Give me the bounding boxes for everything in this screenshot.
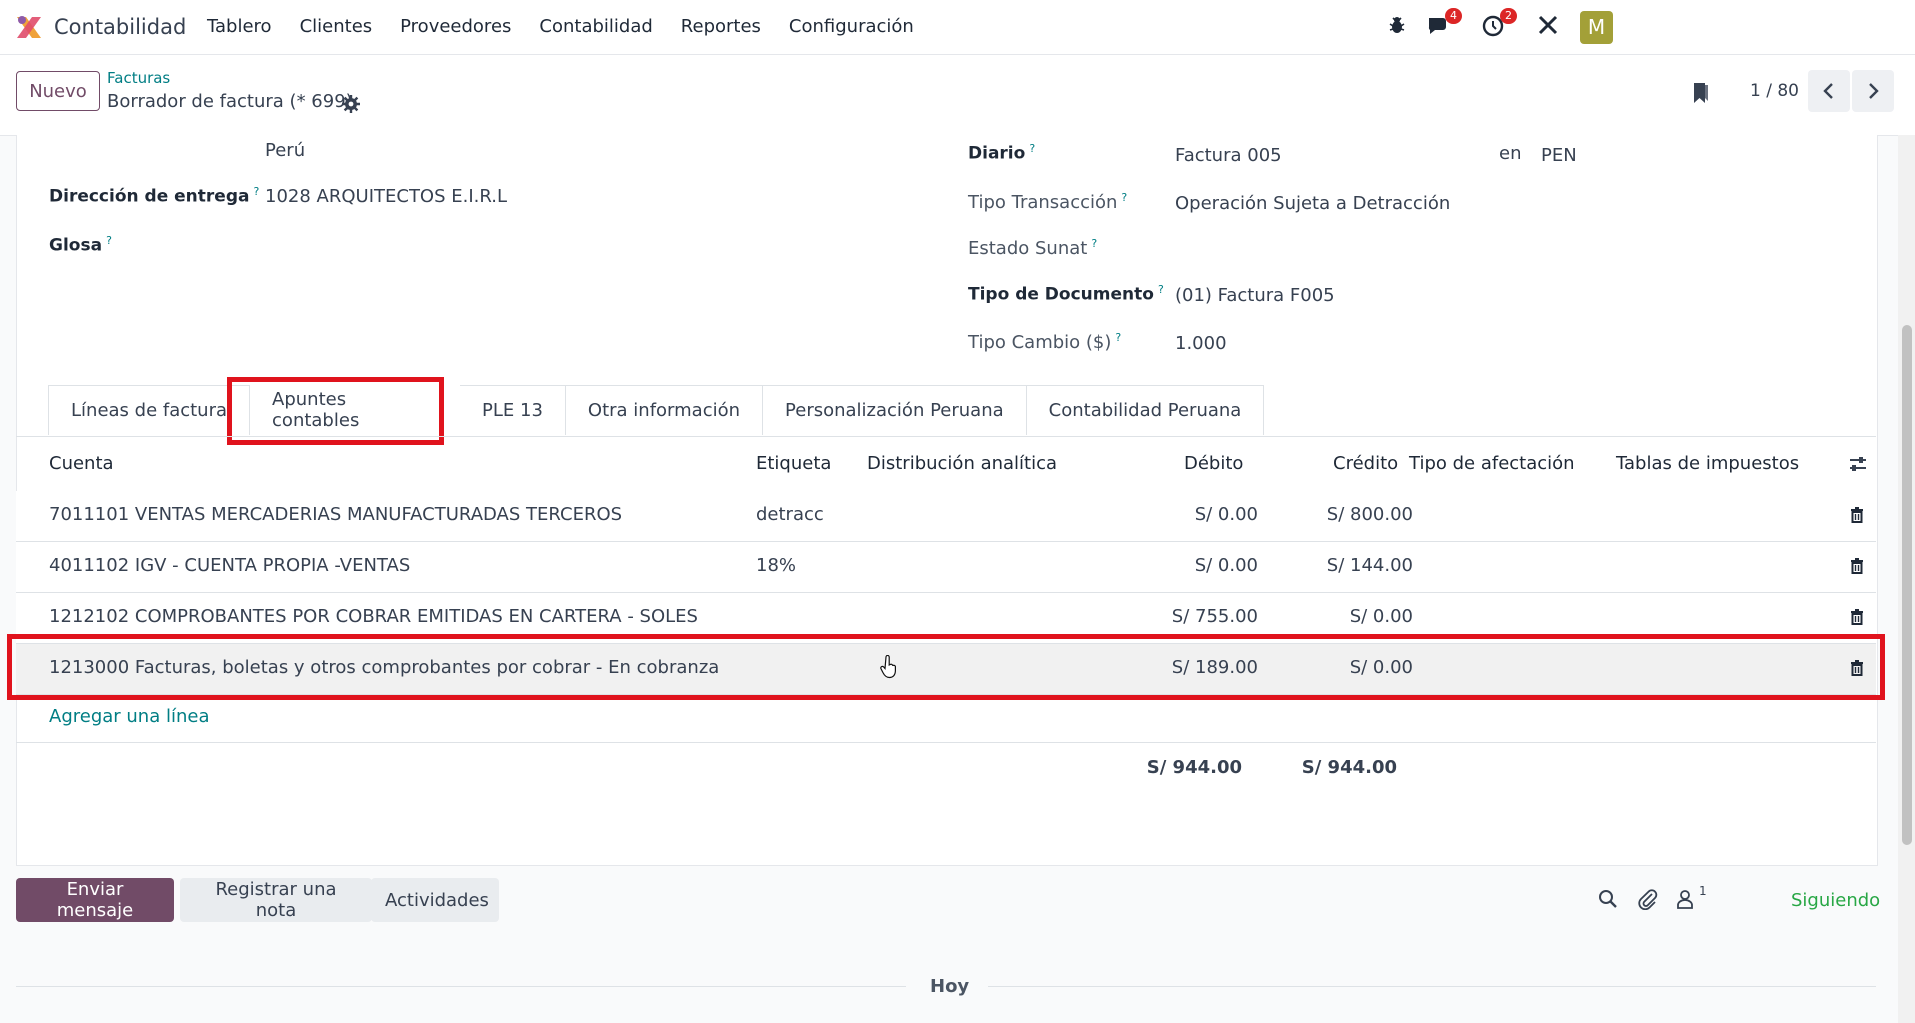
- document-type-field[interactable]: (01) Factura F005: [1175, 285, 1335, 306]
- glosa-label: Glosa?: [49, 234, 112, 256]
- row-debit[interactable]: S/ 0.00: [1076, 555, 1258, 576]
- menu-item-contabilidad[interactable]: Contabilidad: [539, 16, 652, 37]
- pager-next-button[interactable]: [1852, 70, 1894, 112]
- row-credit[interactable]: S/ 144.00: [1236, 555, 1413, 576]
- delivery-address-field[interactable]: 1028 ARQUITECTOS E.I.R.L: [265, 186, 507, 207]
- partner-country: Perú: [265, 140, 306, 161]
- scrollbar-thumb[interactable]: [1902, 325, 1912, 845]
- menu-item-proveedores[interactable]: Proveedores: [400, 16, 511, 37]
- bug-icon[interactable]: [1386, 14, 1412, 40]
- paperclip-icon[interactable]: [1638, 888, 1658, 910]
- exchange-rate-field[interactable]: 1.000: [1175, 333, 1227, 354]
- followers-count: 1: [1699, 884, 1707, 898]
- row-account[interactable]: 4011102 IGV - CUENTA PROPIA -VENTAS: [49, 555, 410, 576]
- exchange-rate-label: Tipo Cambio ($)?: [968, 331, 1122, 353]
- row-debit[interactable]: S/ 755.00: [1076, 606, 1258, 627]
- menu-item-clientes[interactable]: Clientes: [300, 16, 373, 37]
- total-credit: S/ 944.00: [1301, 757, 1397, 778]
- new-button[interactable]: Nuevo: [16, 71, 100, 111]
- tab-lineas-de-factura[interactable]: Líneas de factura: [48, 385, 251, 435]
- control-panel: Nuevo Facturas Borrador de factura (* 69…: [0, 55, 1915, 136]
- send-message-button[interactable]: Enviar mensaje: [16, 878, 174, 922]
- app-brand[interactable]: Contabilidad: [14, 12, 186, 42]
- row-highlight-box: [7, 634, 1885, 700]
- row-credit[interactable]: S/ 800.00: [1236, 504, 1413, 525]
- currency-field[interactable]: PEN: [1541, 145, 1577, 166]
- chevron-left-icon: [1823, 83, 1833, 99]
- table-row[interactable]: 4011102 IGV - CUENTA PROPIA -VENTAS 18% …: [16, 542, 1876, 593]
- column-etiqueta[interactable]: Etiqueta: [756, 453, 831, 474]
- journal-field[interactable]: Factura 005: [1175, 145, 1282, 166]
- tools-icon[interactable]: [1537, 14, 1563, 40]
- menu-item-configuracion[interactable]: Configuración: [789, 16, 914, 37]
- column-tablas-impuestos[interactable]: Tablas de impuestos: [1616, 453, 1799, 474]
- pager-previous-button[interactable]: [1808, 70, 1850, 112]
- breadcrumb-facturas[interactable]: Facturas: [107, 69, 170, 87]
- currency-in-label: en: [1499, 143, 1522, 164]
- column-settings-icon[interactable]: [1848, 455, 1868, 473]
- trash-icon[interactable]: [1850, 558, 1864, 575]
- document-type-label: Tipo de Documento?: [968, 283, 1164, 305]
- row-account[interactable]: 7011101 VENTAS MERCADERIAS MANUFACTURADA…: [49, 504, 622, 525]
- row-credit[interactable]: S/ 0.00: [1236, 606, 1413, 627]
- record-title: Borrador de factura (* 699): [107, 91, 353, 112]
- activities-badge: 2: [1500, 8, 1517, 24]
- transaction-type-field[interactable]: Operación Sujeta a Detracción: [1175, 193, 1450, 214]
- delivery-address-label: Dirección de entrega?: [49, 185, 260, 207]
- tab-personalizacion-peruana[interactable]: Personalización Peruana: [763, 385, 1027, 435]
- today-label: Hoy: [930, 976, 970, 997]
- bookmark-icon[interactable]: [1692, 81, 1710, 105]
- hand-cursor-icon: [880, 655, 896, 679]
- messages-badge: 4: [1445, 8, 1462, 24]
- top-navbar: Contabilidad Tablero Clientes Proveedore…: [0, 0, 1915, 55]
- tab-otra-informacion[interactable]: Otra información: [565, 385, 764, 435]
- today-separator-right: [988, 986, 1876, 987]
- tab-contabilidad-peruana[interactable]: Contabilidad Peruana: [1026, 385, 1265, 435]
- glosa-field[interactable]: [265, 230, 865, 260]
- column-credito[interactable]: Crédito: [1333, 453, 1398, 474]
- row-debit[interactable]: S/ 0.00: [1076, 504, 1258, 525]
- trash-icon[interactable]: [1850, 507, 1864, 524]
- app-logo-icon: [17, 16, 41, 38]
- row-account[interactable]: 1212102 COMPROBANTES POR COBRAR EMITIDAS…: [49, 606, 698, 627]
- total-debit: S/ 944.00: [1146, 757, 1242, 778]
- totals-separator: [16, 742, 1876, 743]
- column-cuenta[interactable]: Cuenta: [49, 453, 114, 474]
- journal-label: Diario?: [968, 142, 1036, 164]
- tab-highlight-box: [227, 377, 444, 445]
- user-avatar[interactable]: M: [1580, 11, 1613, 44]
- log-note-button[interactable]: Registrar una nota: [180, 878, 372, 922]
- menu-item-reportes[interactable]: Reportes: [681, 16, 761, 37]
- tab-ple-13[interactable]: PLE 13: [460, 385, 566, 435]
- column-tipo-afectacion[interactable]: Tipo de afectación: [1409, 453, 1575, 474]
- today-separator-left: [16, 986, 906, 987]
- column-distribucion-analitica[interactable]: Distribución analítica: [867, 453, 1057, 474]
- following-button[interactable]: Siguiendo: [1791, 890, 1880, 911]
- sunat-status-label: Estado Sunat?: [968, 237, 1098, 259]
- followers-icon[interactable]: [1675, 888, 1695, 910]
- pager-value[interactable]: 1 / 80: [1750, 81, 1799, 101]
- row-label[interactable]: 18%: [756, 555, 796, 576]
- table-row[interactable]: 7011101 VENTAS MERCADERIAS MANUFACTURADA…: [16, 491, 1876, 542]
- gear-icon[interactable]: [342, 95, 360, 113]
- add-line-link[interactable]: Agregar una línea: [49, 706, 209, 727]
- search-icon[interactable]: [1598, 889, 1618, 909]
- journal-items-header: Cuenta Etiqueta Distribución analítica D…: [16, 436, 1876, 492]
- clock-icon[interactable]: 2: [1481, 8, 1517, 40]
- transaction-type-label: Tipo Transacción?: [968, 191, 1128, 213]
- menu-item-tablero[interactable]: Tablero: [207, 16, 272, 37]
- app-name: Contabilidad: [54, 15, 187, 39]
- chat-icon[interactable]: 4: [1426, 8, 1462, 40]
- chevron-right-icon: [1869, 83, 1879, 99]
- row-label[interactable]: detracc: [756, 504, 824, 525]
- activities-button[interactable]: Actividades: [371, 878, 499, 922]
- trash-icon[interactable]: [1850, 609, 1864, 626]
- main-menu: Tablero Clientes Proveedores Contabilida…: [207, 16, 942, 37]
- column-debito[interactable]: Débito: [1184, 453, 1243, 474]
